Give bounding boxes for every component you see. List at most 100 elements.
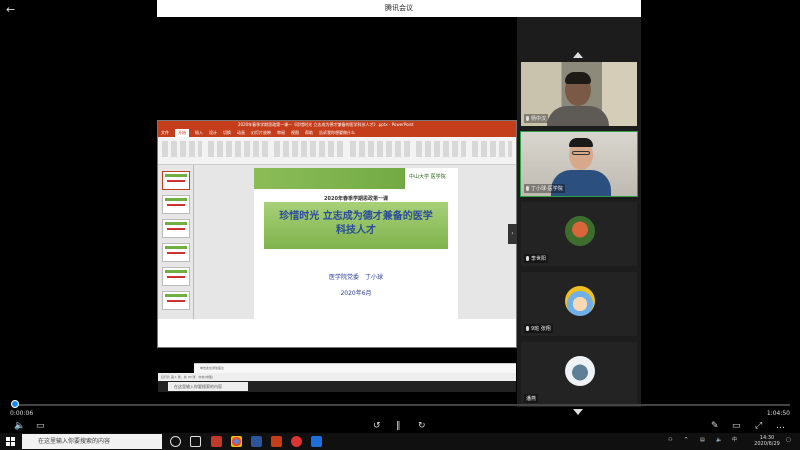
volume-tray-icon[interactable]: 🔈	[716, 437, 722, 443]
rewind-icon[interactable]: ↺	[373, 421, 381, 431]
slide-date: 2020年6月	[340, 290, 372, 297]
edit-icon[interactable]: ✎	[711, 421, 719, 431]
notes-pane[interactable]: 单击此处添加备注	[194, 363, 516, 373]
slide-thumbnail[interactable]	[162, 243, 190, 262]
ppt-tab[interactable]: 审阅	[277, 129, 285, 137]
total-time: 1:04:50	[766, 410, 790, 417]
subtitles-icon[interactable]: ▭	[36, 421, 45, 431]
slide-thumbnail[interactable]	[162, 219, 190, 238]
participant-name: 潘燕	[524, 394, 539, 403]
pdf-app-icon[interactable]	[211, 436, 222, 447]
back-arrow-icon[interactable]: ←	[6, 3, 15, 16]
elapsed-time: 0:00:06	[10, 410, 34, 417]
shared-taskbar: 在这里输入你要搜索的内容	[158, 381, 516, 392]
ribbon-group[interactable]	[208, 141, 268, 157]
cortana-icon[interactable]	[170, 436, 181, 447]
ppt-tab[interactable]: 动画	[237, 129, 245, 137]
ppt-tab[interactable]: 帮助	[305, 129, 313, 137]
slide-thumbnail[interactable]	[162, 291, 190, 310]
task-view-icon[interactable]	[190, 436, 201, 447]
participant-name-text: 杨中汉	[531, 116, 547, 122]
chrome-icon[interactable]	[231, 436, 242, 447]
shared-screen: 2020年春季学期思政第一课—《珍惜时光 立志成为德才兼备的医学科技人才》.pp…	[157, 120, 517, 392]
scroll-up-icon[interactable]	[573, 52, 583, 58]
participant-name-text: 潘燕	[526, 396, 537, 402]
playback-progress-knob[interactable]	[11, 400, 19, 408]
participant-name: 丁小球-医学院	[524, 184, 565, 193]
slide-author: 医学院党委 丁小球	[328, 274, 383, 281]
ribbon-group[interactable]	[162, 141, 202, 157]
logo-text: 中山大学 医学院	[409, 174, 446, 180]
windows-start-icon[interactable]	[6, 437, 15, 446]
ppt-tab[interactable]: 插入	[195, 129, 203, 137]
participant-tile[interactable]: 潘燕	[521, 342, 637, 406]
fullscreen-icon[interactable]: ⤢	[755, 421, 762, 431]
participant-tile-active[interactable]: 丁小球-医学院	[520, 131, 638, 197]
playback-progress-track[interactable]	[15, 404, 790, 406]
ime-icon[interactable]: 中	[732, 437, 737, 443]
shared-search-box: 在这里输入你要搜索的内容	[168, 382, 248, 391]
more-icon[interactable]: …	[776, 421, 785, 431]
ppt-tab[interactable]: 告诉我你想要做什么	[319, 129, 355, 137]
slide-subtitle: 2020年春季学期思政第一课	[324, 196, 388, 202]
slide-title-line: 珍惜时光 立志成为德才兼备的医学	[279, 211, 433, 222]
powerpoint-icon[interactable]	[271, 436, 282, 447]
ribbon-group[interactable]	[350, 141, 410, 157]
tencent-meeting-icon[interactable]	[311, 436, 322, 447]
glasses	[572, 151, 590, 155]
ppt-tab[interactable]: 切换	[223, 129, 231, 137]
ppt-tab[interactable]: 幻灯片放映	[251, 129, 271, 137]
ppt-tab[interactable]: 视图	[291, 129, 299, 137]
participant-tile[interactable]: 李世阳	[521, 202, 637, 266]
mic-icon	[526, 116, 529, 121]
mic-icon	[526, 256, 529, 261]
clock-date: 2020/6/29	[754, 441, 780, 447]
collapse-panel-button[interactable]: ›	[508, 224, 517, 244]
ribbon-group[interactable]	[472, 141, 512, 157]
slide-thumbnail[interactable]	[162, 171, 190, 190]
person-hair	[565, 72, 591, 84]
avatar	[565, 356, 595, 386]
university-logo: 中山大学 医学院	[404, 168, 458, 189]
app-icon[interactable]	[291, 436, 302, 447]
ppt-tabs: 文件 开始 插入 设计 切换 动画 幻灯片放映 审阅 视图 帮助 告诉我你想要做…	[158, 129, 516, 137]
screen-icon[interactable]: ▭	[732, 421, 741, 431]
network-icon[interactable]: ▤	[700, 437, 705, 443]
participant-tile[interactable]: 9班 张翔	[521, 272, 637, 336]
slide-thumbnail[interactable]	[162, 267, 190, 286]
window-title: 腾讯会议	[157, 0, 641, 17]
notifications-icon[interactable]: ▢	[786, 437, 791, 443]
ribbon-group[interactable]	[274, 141, 344, 157]
participant-name-text: 丁小球-医学院	[531, 186, 563, 192]
ppt-title-bar: 2020年春季学期思政第一课—《珍惜时光 立志成为德才兼备的医学科技人才》.pp…	[158, 121, 516, 129]
participant-tile[interactable]: 杨中汉	[521, 62, 637, 126]
slide-thumbnail[interactable]	[162, 195, 190, 214]
current-slide[interactable]: 中山大学 医学院 2020年春季学期思政第一课 珍惜时光 立志成为德才兼备的医学…	[254, 168, 458, 319]
ppt-ribbon	[158, 137, 516, 165]
ribbon-group[interactable]	[416, 141, 466, 157]
scroll-down-icon[interactable]	[573, 409, 583, 415]
participant-name: 李世阳	[524, 254, 549, 263]
participant-panel: 杨中汉 丁小球-医学院 李世阳 9班 张翔 潘燕	[517, 17, 641, 415]
forward-icon[interactable]: ↻	[418, 421, 426, 431]
mic-icon	[526, 326, 529, 331]
person-body	[547, 106, 609, 126]
avatar	[565, 216, 595, 246]
participant-name: 杨中汉	[524, 114, 549, 123]
pause-icon[interactable]: ‖	[396, 421, 401, 431]
mic-icon	[526, 186, 529, 191]
participant-name-text: 李世阳	[531, 256, 547, 262]
word-icon[interactable]	[251, 436, 262, 447]
taskbar-search-input[interactable]: 在这里输入你要搜索的内容	[22, 434, 162, 449]
slide-title: 珍惜时光 立志成为德才兼备的医学 科技人才	[264, 210, 448, 238]
ppt-tab[interactable]: 设计	[209, 129, 217, 137]
clock[interactable]: 14:30 2020/6/29	[750, 435, 784, 447]
slide-thumbnails	[158, 165, 194, 319]
show-hidden-icon[interactable]: ^	[684, 437, 688, 443]
ppt-tab[interactable]: 开始	[175, 129, 189, 137]
windows-taskbar: 在这里输入你要搜索的内容 ⚇ ^ ▤ 🔈 中 14:30 2020/6/29 ▢	[0, 433, 800, 450]
ppt-tab[interactable]: 文件	[161, 129, 169, 137]
slide-title-line: 科技人才	[336, 225, 376, 236]
people-icon[interactable]: ⚇	[668, 437, 672, 443]
volume-icon[interactable]: 🔈	[14, 421, 25, 431]
